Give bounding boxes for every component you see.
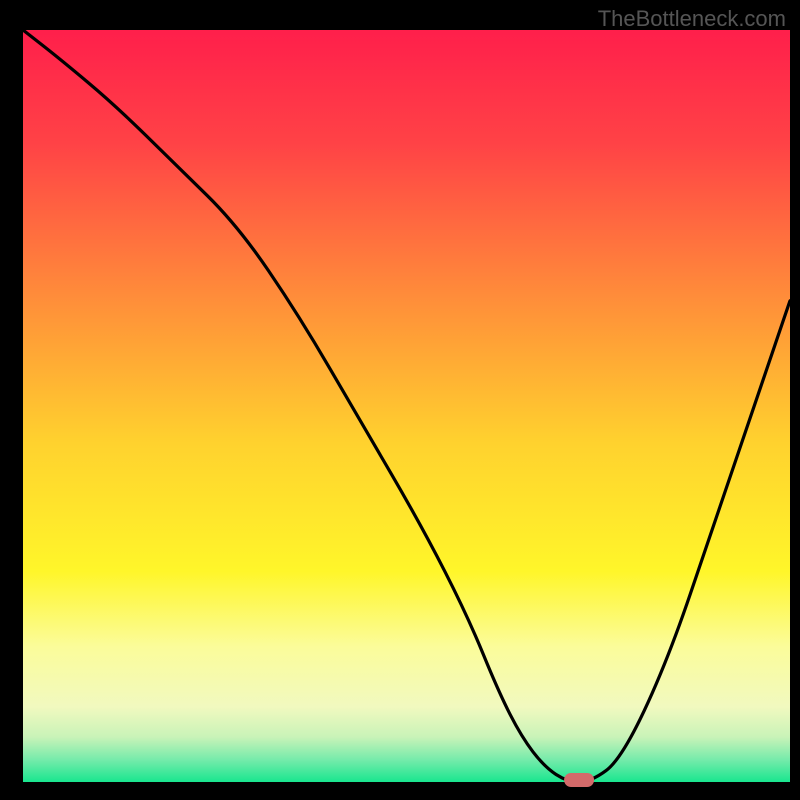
plot-background [23, 30, 790, 782]
watermark-text: TheBottleneck.com [598, 6, 786, 32]
bottleneck-chart [0, 0, 800, 800]
chart-frame: TheBottleneck.com [0, 0, 800, 800]
optimal-marker [564, 773, 594, 787]
